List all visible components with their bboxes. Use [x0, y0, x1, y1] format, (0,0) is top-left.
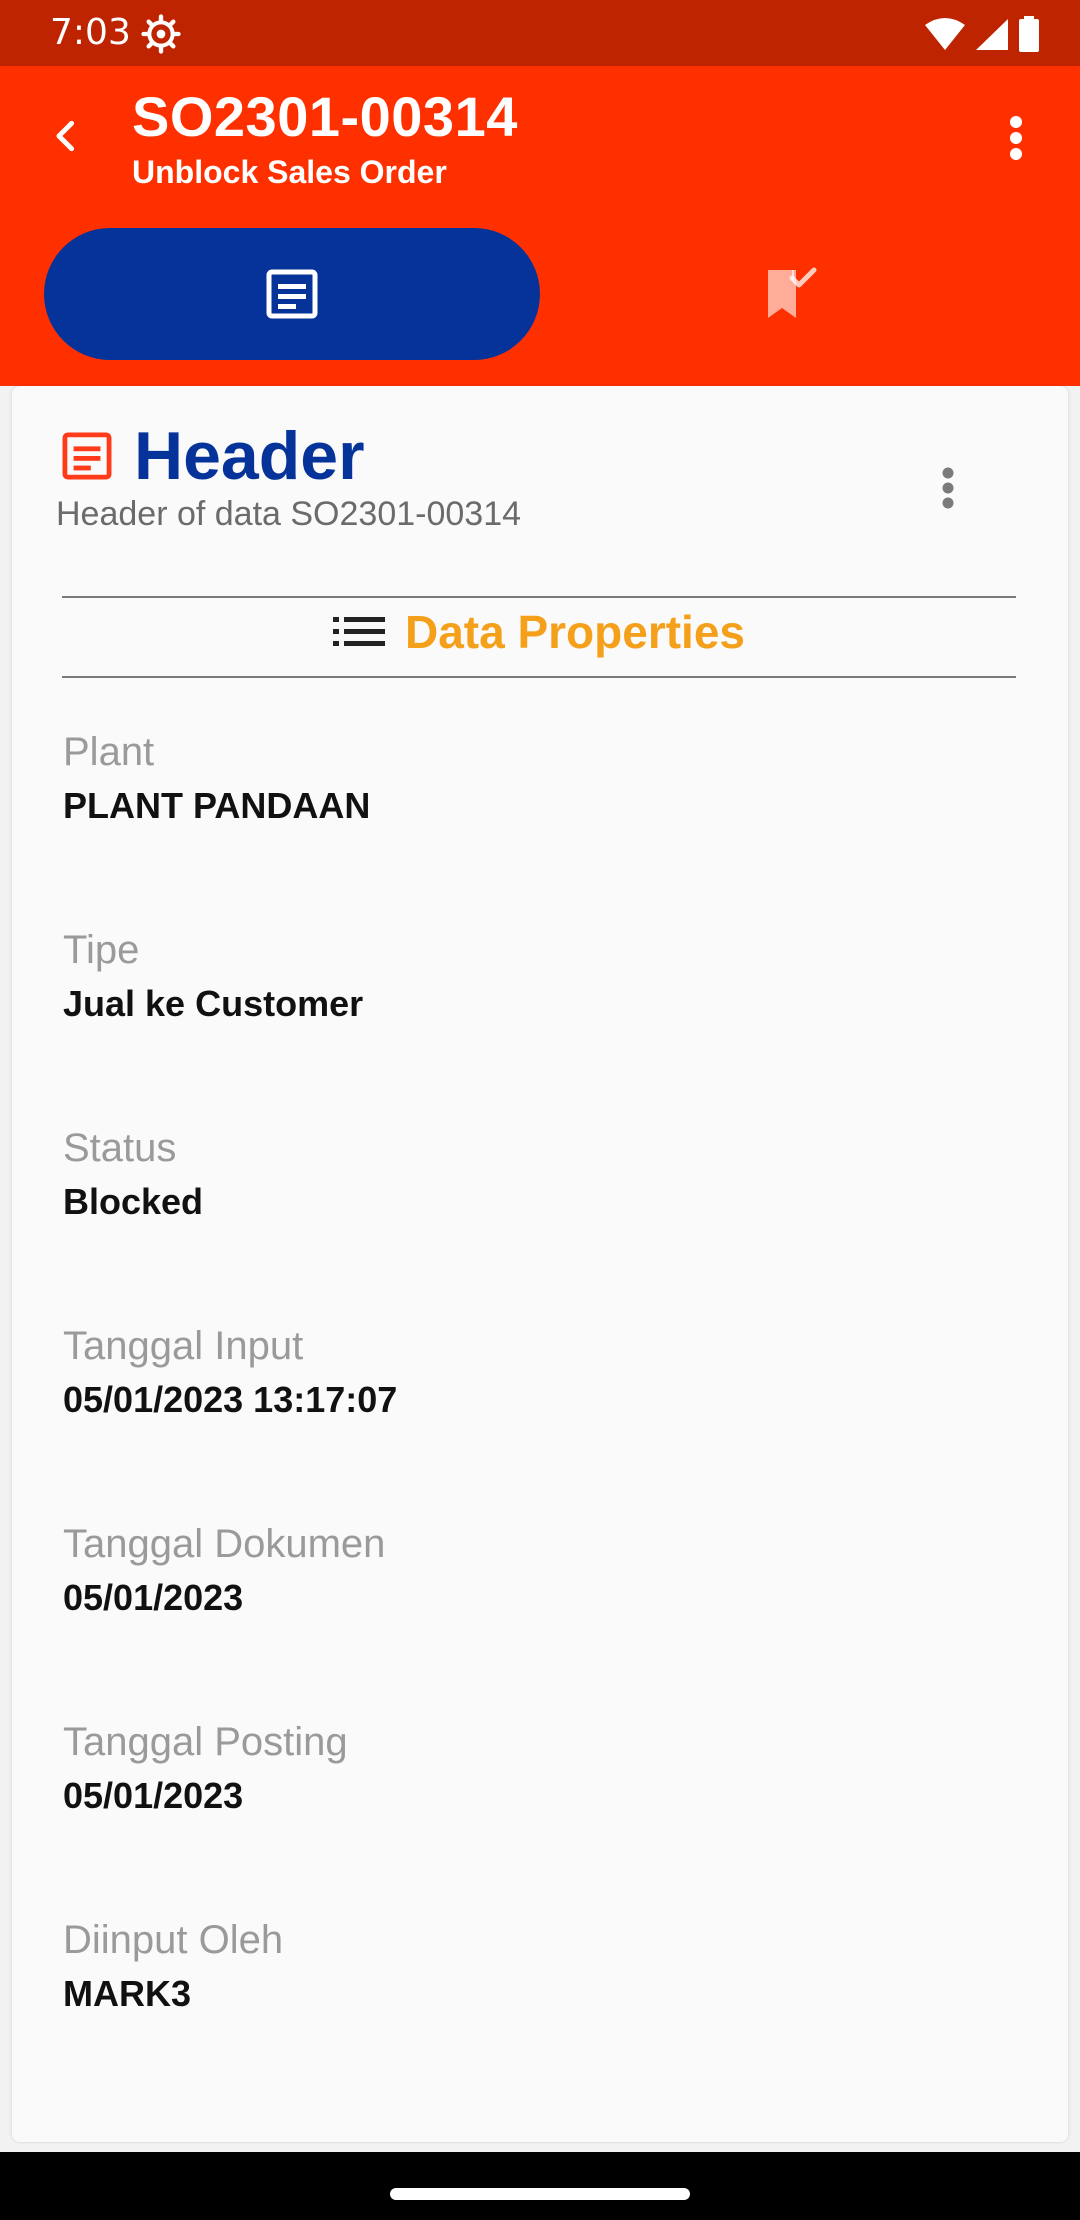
property-tanggal-input: Tanggal Input 05/01/2023 13:17:07: [63, 1322, 397, 1422]
property-tanggal-dokumen: Tanggal Dokumen 05/01/2023: [63, 1520, 385, 1620]
back-button[interactable]: [40, 110, 92, 162]
system-nav-bar: [0, 2152, 1080, 2220]
page-title: SO2301-00314: [132, 85, 518, 148]
property-label: Tanggal Dokumen: [63, 1522, 386, 1566]
document-icon: [266, 269, 318, 319]
page-subtitle: Unblock Sales Order: [132, 154, 447, 190]
card-title-row: Header: [62, 416, 365, 496]
more-vertical-icon: [1010, 116, 1022, 160]
property-label: Status: [63, 1126, 177, 1170]
chevron-left-icon: [56, 120, 75, 152]
tab-approval[interactable]: [600, 228, 980, 360]
property-status: Status Blocked: [63, 1124, 203, 1224]
property-label: Tanggal Posting: [63, 1720, 348, 1764]
property-value: 05/01/2023: [63, 1577, 244, 1618]
home-gesture-handle[interactable]: [390, 2188, 690, 2200]
app-bar: SO2301-00314 Unblock Sales Order: [0, 66, 1080, 386]
property-value: Blocked: [63, 1181, 204, 1222]
property-value: 05/01/2023 13:17:07: [63, 1379, 398, 1420]
card-more-button[interactable]: [928, 458, 968, 518]
property-value: PLANT PANDAAN: [63, 785, 371, 826]
tab-header[interactable]: [44, 228, 540, 360]
bookmark-check-icon: [768, 267, 817, 318]
property-label: Tipe: [63, 928, 140, 972]
property-diinput-oleh: Diinput Oleh MARK3: [63, 1916, 283, 2016]
list-icon: [332, 617, 385, 646]
property-plant: Plant PLANT PANDAAN: [63, 728, 370, 828]
screen: 7:03 SO2301-00314 Unblock Sales Order He…: [0, 0, 1080, 2220]
header-card: Header Header of data SO2301-00314 Data …: [12, 386, 1068, 2142]
property-label: Plant: [63, 730, 155, 774]
wifi-icon: [925, 18, 965, 50]
property-label: Diinput Oleh: [63, 1918, 284, 1962]
status-bar: 7:03: [0, 0, 1080, 66]
data-properties-title: Data Properties: [404, 606, 745, 658]
property-label: Tanggal Input: [63, 1324, 304, 1368]
section-divider-bottom: [62, 676, 1016, 678]
property-value: Jual ke Customer: [63, 983, 364, 1024]
settings-gear-icon: [141, 14, 181, 54]
data-properties-header: Data Properties: [62, 600, 1016, 664]
property-tipe: Tipe Jual ke Customer: [63, 926, 363, 1026]
property-tanggal-posting: Tanggal Posting 05/01/2023: [63, 1718, 348, 1818]
card-subtitle: Header of data SO2301-00314: [56, 495, 522, 533]
battery-icon: [1019, 16, 1039, 52]
more-options-button[interactable]: [996, 114, 1036, 162]
status-icons: [924, 14, 1040, 54]
property-value: 05/01/2023: [63, 1775, 244, 1816]
section-divider-top: [62, 596, 1016, 598]
card-title: Header: [134, 418, 365, 494]
status-time: 7:03: [50, 12, 131, 53]
more-vertical-icon: [942, 467, 954, 509]
property-value: MARK3: [63, 1973, 192, 2014]
signal-icon: [976, 19, 1008, 50]
document-icon: [62, 432, 112, 480]
